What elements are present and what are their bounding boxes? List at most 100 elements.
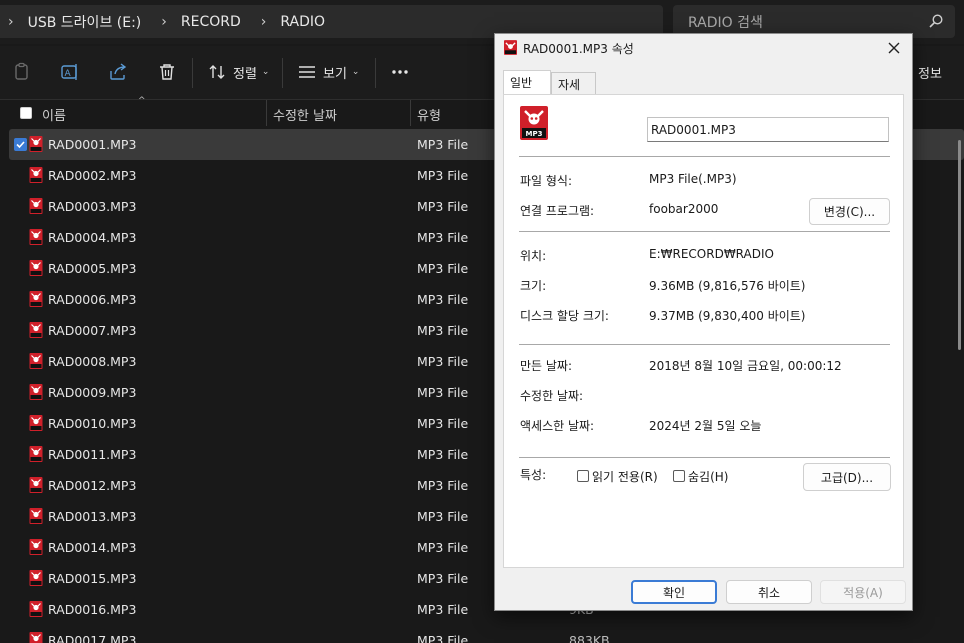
file-name: RAD0010.MP3	[48, 416, 137, 431]
details-pane-button[interactable]: 정보	[918, 62, 942, 82]
delete-icon[interactable]	[157, 62, 177, 82]
rename-icon[interactable]: A	[60, 62, 80, 82]
sort-icon	[209, 65, 225, 79]
column-type[interactable]: 유형	[417, 105, 441, 124]
file-type: MP3 File	[417, 540, 469, 555]
chevron-down-icon: ⌄	[351, 67, 360, 77]
chevron-down-icon: ⌄	[261, 67, 270, 77]
modified-label: 수정한 날짜:	[520, 389, 584, 403]
mp3-file-icon	[29, 415, 43, 431]
file-type: MP3 File	[417, 478, 469, 493]
file-type: MP3 File	[417, 323, 469, 338]
dialog-title: RAD0001.MP3 속성	[523, 41, 634, 56]
attributes-label: 특성:	[520, 468, 547, 482]
svg-text:MP3: MP3	[526, 130, 543, 138]
change-button[interactable]: 변경(C)...	[809, 198, 890, 225]
search-placeholder: RADIO 검색	[688, 14, 763, 31]
mp3-file-icon	[29, 291, 43, 307]
file-type: MP3 File	[417, 633, 469, 643]
close-icon[interactable]	[884, 38, 904, 58]
column-separator[interactable]	[266, 100, 267, 126]
file-name: RAD0003.MP3	[48, 199, 137, 214]
dialog-titlebar[interactable]: RAD0001.MP3 속성	[495, 34, 912, 62]
file-name: RAD0005.MP3	[48, 261, 137, 276]
file-name: RAD0014.MP3	[48, 540, 137, 555]
file-name: RAD0008.MP3	[48, 354, 137, 369]
created-label: 만든 날짜:	[520, 359, 573, 373]
properties-dialog: RAD0001.MP3 속성 일반 자세히 MP3 파일 형식: MP3 Fil…	[494, 33, 913, 611]
breadcrumb-drive[interactable]: USB 드라이브 (E:)	[28, 12, 142, 32]
file-size: 883KB	[569, 633, 610, 643]
mp3-file-icon	[29, 508, 43, 524]
file-type: MP3 File	[417, 509, 469, 524]
search-icon[interactable]	[929, 14, 943, 28]
details-label: 정보	[918, 66, 942, 82]
readonly-checkbox-box[interactable]	[577, 470, 589, 482]
file-name: RAD0013.MP3	[48, 509, 137, 524]
file-name: RAD0012.MP3	[48, 478, 137, 493]
more-icon[interactable]	[390, 62, 410, 82]
mp3-file-icon	[29, 167, 43, 183]
mp3-file-icon	[29, 632, 43, 643]
chevron-right-icon[interactable]: ›	[161, 14, 167, 30]
mp3-file-icon: MP3	[520, 106, 548, 140]
breadcrumb-record[interactable]: RECORD	[181, 14, 241, 30]
advanced-button[interactable]: 고급(D)...	[803, 463, 891, 491]
view-button[interactable]: 보기 ⌄	[298, 62, 359, 82]
mp3-file-icon	[29, 446, 43, 462]
file-type: MP3 File	[417, 571, 469, 586]
mp3-file-icon	[29, 539, 43, 555]
file-name: RAD0006.MP3	[48, 292, 137, 307]
file-name: RAD0009.MP3	[48, 385, 137, 400]
file-type: MP3 File	[417, 168, 469, 183]
toolbar-divider	[375, 58, 376, 88]
toolbar-divider	[282, 58, 283, 88]
tab-details[interactable]: 자세히	[551, 72, 596, 109]
opens-with-value: foobar2000	[649, 202, 719, 216]
copy-icon[interactable]	[12, 62, 32, 82]
hidden-checkbox[interactable]: 숨김(H)	[673, 465, 743, 485]
file-name: RAD0011.MP3	[48, 447, 137, 462]
general-tab-panel: MP3 파일 형식: MP3 File(.MP3) 연결 프로그램: fooba…	[503, 94, 904, 568]
chevron-right-icon[interactable]: ›	[261, 14, 267, 30]
column-name[interactable]: 이름	[42, 105, 66, 124]
file-type: MP3 File	[417, 230, 469, 245]
file-name: RAD0007.MP3	[48, 323, 137, 338]
size-value: 9.36MB (9,816,576 바이트)	[649, 279, 806, 293]
readonly-label: 읽기 전용(R)	[592, 470, 658, 484]
row-checkbox[interactable]	[14, 138, 27, 151]
hidden-checkbox-box[interactable]	[673, 470, 685, 482]
view-label: 보기	[323, 66, 347, 82]
share-icon[interactable]	[108, 62, 128, 82]
tab-general[interactable]: 일반	[503, 70, 551, 94]
divider	[519, 156, 890, 157]
mp3-file-icon	[29, 229, 43, 245]
readonly-checkbox[interactable]: 읽기 전용(R)	[577, 465, 677, 485]
file-type: MP3 File	[417, 602, 469, 617]
location-label: 위치:	[520, 249, 547, 263]
file-row[interactable]: RAD0017.MP3 MP3 File 883KB	[9, 625, 964, 643]
created-value: 2018년 8월 10일 금요일, 00:00:12	[649, 359, 842, 373]
column-separator[interactable]	[410, 100, 411, 126]
scrollbar[interactable]	[958, 140, 961, 350]
location-value: E:₩RECORD₩RADIO	[649, 247, 774, 261]
breadcrumb-radio[interactable]: RADIO	[280, 14, 325, 30]
mp3-file-icon	[29, 353, 43, 369]
file-type: MP3 File	[417, 292, 469, 307]
ok-button[interactable]: 확인	[631, 580, 717, 604]
file-type: MP3 File	[417, 416, 469, 431]
column-modified[interactable]: 수정한 날짜	[273, 105, 337, 124]
sort-button[interactable]: 정렬 ⌄	[208, 62, 269, 82]
file-type: MP3 File	[417, 447, 469, 462]
cancel-button[interactable]: 취소	[726, 580, 812, 604]
opens-with-label: 연결 프로그램:	[520, 204, 595, 218]
file-name: RAD0001.MP3	[48, 137, 137, 152]
mp3-file-icon	[504, 40, 517, 55]
select-all-checkbox[interactable]	[20, 107, 32, 119]
apply-button[interactable]: 적용(A)	[820, 580, 906, 604]
file-type-value: MP3 File(.MP3)	[649, 172, 737, 186]
chevron-right-icon[interactable]: ›	[8, 14, 14, 30]
tab-general-label: 일반	[510, 76, 533, 90]
file-name-field[interactable]	[647, 117, 889, 142]
mp3-file-icon	[29, 601, 43, 617]
